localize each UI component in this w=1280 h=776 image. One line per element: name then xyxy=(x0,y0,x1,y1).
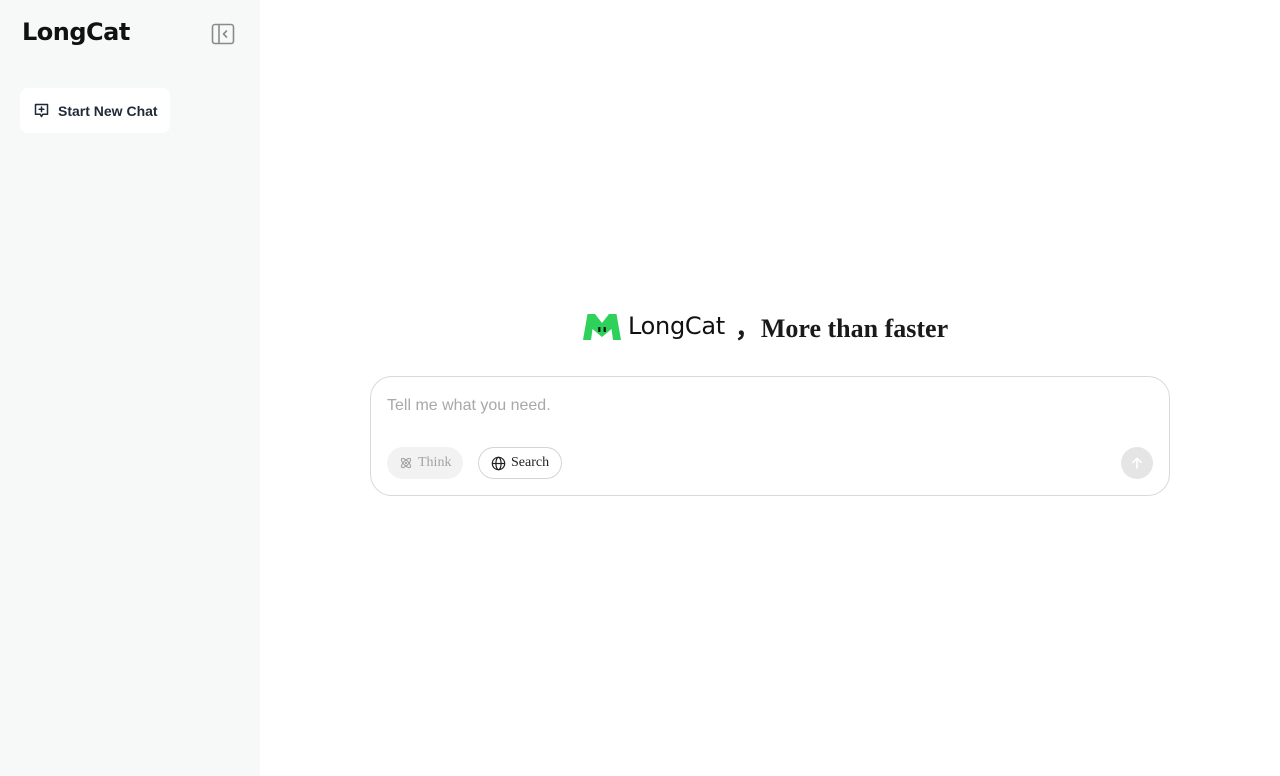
think-label: Think xyxy=(418,455,452,470)
hero-heading: LongCat ，More than faster xyxy=(582,308,948,344)
search-toggle[interactable]: Search xyxy=(478,447,563,479)
hero-brand-name: LongCat xyxy=(628,312,725,340)
hero-tagline: ，More than faster xyxy=(734,313,949,343)
sidebar-collapse-icon xyxy=(211,23,235,45)
longcat-logo-icon xyxy=(583,314,621,340)
sidebar-collapse-button[interactable] xyxy=(210,21,236,47)
chat-composer: Think Search xyxy=(370,376,1170,496)
chat-input[interactable] xyxy=(387,395,1147,417)
start-new-chat-label: Start New Chat xyxy=(58,102,158,119)
think-toggle[interactable]: Think xyxy=(387,447,464,479)
new-chat-icon xyxy=(34,103,49,118)
globe-icon xyxy=(491,456,506,470)
atom-icon xyxy=(400,457,412,469)
start-new-chat-button[interactable]: Start New Chat xyxy=(20,88,170,133)
sidebar: LongCat Start New Chat xyxy=(0,0,260,776)
search-label: Search xyxy=(511,455,550,470)
sidebar-brand-logo: LongCat xyxy=(22,18,130,46)
arrow-up-icon xyxy=(1132,457,1142,469)
send-button[interactable] xyxy=(1121,447,1153,479)
main-area: LongCat ，More than faster Think Search xyxy=(260,0,1280,776)
